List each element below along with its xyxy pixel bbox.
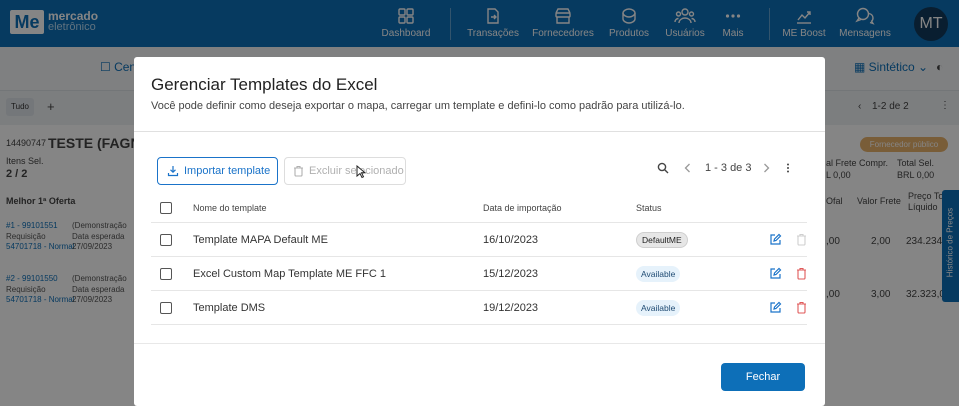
footer-divider (134, 343, 825, 344)
dialog-subtitle: Você pode definir como deseja exportar o… (151, 100, 685, 112)
import-template-button[interactable]: Importar template (157, 157, 278, 185)
manage-templates-dialog: Gerenciar Templates do Excel Você pode d… (134, 57, 825, 406)
template-name: Template MAPA Default ME (193, 234, 328, 246)
col-template-name: Nome do template (193, 203, 267, 213)
edit-icon[interactable] (769, 233, 782, 246)
import-template-label: Importar template (184, 165, 271, 177)
trash-icon[interactable] (796, 301, 807, 314)
edit-icon[interactable] (769, 267, 782, 280)
chevron-left-icon[interactable] (683, 162, 693, 174)
import-date: 19/12/2023 (483, 302, 539, 314)
template-name: Template DMS (193, 302, 266, 314)
edit-icon[interactable] (769, 301, 782, 314)
table-row[interactable]: Template MAPA Default ME 16/10/2023 Defa… (151, 223, 807, 257)
table-row[interactable]: Excel Custom Map Template ME FFC 1 15/12… (151, 257, 807, 291)
search-icon[interactable] (657, 162, 669, 174)
table-header: Nome do template Data de importação Stat… (151, 194, 807, 223)
status-badge: Available (636, 300, 681, 316)
template-name: Excel Custom Map Template ME FFC 1 (193, 268, 386, 280)
close-button[interactable]: Fechar (721, 363, 805, 391)
divider (134, 131, 825, 132)
more-vertical-icon[interactable] (784, 162, 792, 174)
pagination-text: 1 - 3 de 3 (705, 162, 752, 174)
row-checkbox[interactable] (160, 234, 172, 246)
col-import-date: Data de importação (483, 203, 562, 213)
chevron-right-icon[interactable] (761, 162, 771, 174)
status-badge: DefaultME (636, 232, 688, 248)
select-all-checkbox[interactable] (160, 202, 172, 214)
row-checkbox[interactable] (160, 268, 172, 280)
trash-icon[interactable] (796, 267, 807, 280)
dialog-title: Gerenciar Templates do Excel (151, 75, 378, 94)
col-status: Status (636, 203, 662, 213)
import-date: 16/10/2023 (483, 234, 539, 246)
mouse-cursor-icon (356, 165, 366, 179)
import-date: 15/12/2023 (483, 268, 539, 280)
table-row[interactable]: Template DMS 19/12/2023 Available (151, 291, 807, 325)
delete-selected-button[interactable]: Excluir selecionado (284, 157, 406, 185)
status-badge: Available (636, 266, 681, 282)
trash-icon (294, 165, 303, 177)
download-icon (167, 166, 179, 177)
row-checkbox[interactable] (160, 302, 172, 314)
trash-icon (797, 233, 806, 246)
